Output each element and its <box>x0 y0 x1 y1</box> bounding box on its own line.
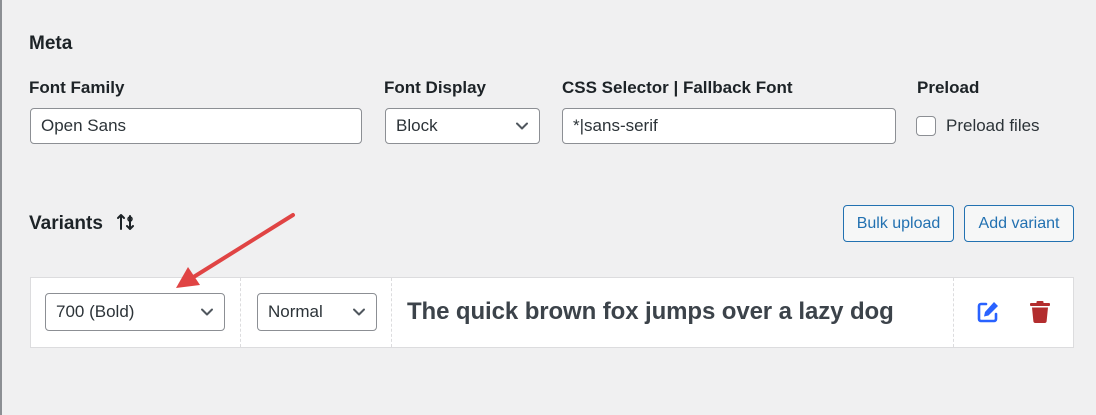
font-weight-select[interactable]: 700 (Bold) <box>45 293 225 331</box>
trash-icon[interactable] <box>1027 299 1053 325</box>
font-family-label: Font Family <box>29 78 125 97</box>
chevron-down-icon <box>201 308 213 316</box>
preload-checkbox-label[interactable]: Preload files <box>946 116 1040 136</box>
css-selector-input[interactable]: *|sans-serif <box>562 108 896 144</box>
font-preview-text: The quick brown fox jumps over a lazy do… <box>407 298 894 325</box>
edit-icon[interactable] <box>975 299 1001 325</box>
font-style-value: Normal <box>268 302 323 321</box>
sort-icon[interactable] <box>116 212 136 232</box>
preload-checkbox[interactable] <box>916 116 936 136</box>
font-style-select[interactable]: Normal <box>257 293 377 331</box>
add-variant-button[interactable]: Add variant <box>964 205 1074 242</box>
cell-divider <box>953 278 954 347</box>
bulk-upload-button[interactable]: Bulk upload <box>843 205 954 242</box>
cell-divider <box>391 278 392 347</box>
meta-section-title: Meta <box>29 33 73 54</box>
page-left-border <box>0 0 2 415</box>
font-family-input[interactable]: Open Sans <box>30 108 362 144</box>
variant-row: 700 (Bold) Normal The quick brown fox ju… <box>30 277 1074 348</box>
font-display-value: Block <box>396 116 438 135</box>
chevron-down-icon <box>353 308 365 316</box>
font-weight-value: 700 (Bold) <box>56 302 135 321</box>
font-display-label: Font Display <box>384 78 487 97</box>
preload-label: Preload <box>917 78 980 97</box>
css-selector-label: CSS Selector | Fallback Font <box>562 78 793 97</box>
variants-section-title: Variants <box>29 213 103 234</box>
font-display-select[interactable]: Block <box>385 108 540 144</box>
chevron-down-icon <box>516 122 528 130</box>
cell-divider <box>240 278 241 347</box>
